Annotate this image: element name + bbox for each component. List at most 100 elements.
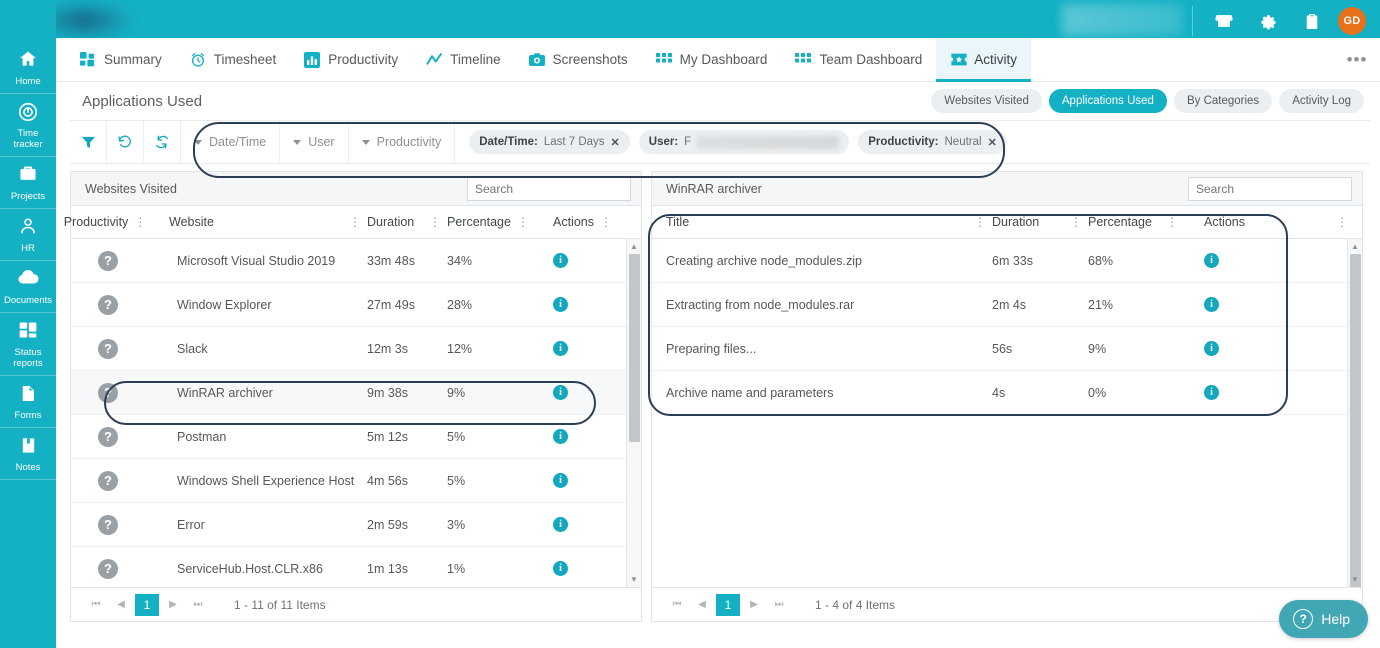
left-table-scrollbar[interactable]: ▲ ▼ <box>626 239 641 587</box>
info-icon[interactable]: i <box>1204 341 1219 356</box>
table-row[interactable]: ? WinRAR archiver 9m 38s 9% i <box>71 371 641 415</box>
clipboard-icon[interactable] <box>1290 0 1334 42</box>
filter-funnel-button[interactable] <box>70 121 107 163</box>
user-name-redacted[interactable] <box>1062 4 1182 36</box>
toggle-applications-used[interactable]: Applications Used <box>1048 89 1167 113</box>
filter-chip-user[interactable]: User: F <box>638 130 850 154</box>
scroll-up-icon[interactable]: ▲ <box>627 239 641 254</box>
sidebar-item-projects[interactable]: Projects <box>0 157 56 209</box>
first-page-button[interactable]: ⏮ <box>85 594 107 616</box>
info-icon[interactable]: i <box>553 429 568 444</box>
kebab-icon[interactable]: ⋮ <box>343 215 367 229</box>
sidebar-item-documents[interactable]: Documents <box>0 261 56 313</box>
table-row[interactable]: ? Window Explorer 27m 49s 28% i <box>71 283 641 327</box>
kebab-icon[interactable]: ⋮ <box>511 215 535 229</box>
last-page-button[interactable]: ⏭ <box>768 594 790 616</box>
table-row[interactable]: Extracting from node_modules.rar 2m 4s 21%… <box>652 283 1362 327</box>
info-icon[interactable]: i <box>553 561 568 576</box>
sidebar-item-status-reports[interactable]: Status reports <box>0 313 56 376</box>
last-page-button[interactable]: ⏭ <box>187 594 209 616</box>
scroll-thumb[interactable] <box>1350 254 1361 587</box>
info-icon[interactable]: i <box>553 253 568 268</box>
tab-productivity[interactable]: Productivity <box>290 38 412 81</box>
tab-timeline[interactable]: Timeline <box>412 38 515 81</box>
reset-button[interactable] <box>107 121 144 163</box>
tab-summary[interactable]: Summary <box>66 38 176 81</box>
refresh-button[interactable] <box>144 121 181 163</box>
scroll-up-icon[interactable]: ▲ <box>1348 239 1362 254</box>
gear-icon[interactable] <box>1246 0 1290 42</box>
table-row[interactable]: ? Error 2m 59s 3% i <box>71 503 641 547</box>
kebab-icon[interactable]: ⋮ <box>423 215 447 229</box>
kebab-icon[interactable]: ⋮ <box>1160 215 1184 229</box>
storefront-icon[interactable] <box>1202 0 1246 42</box>
info-icon[interactable]: i <box>553 341 568 356</box>
column-header-percentage[interactable]: Percentage ⋮ <box>1088 206 1184 239</box>
toggle-by-categories[interactable]: By Categories <box>1173 89 1273 113</box>
scroll-down-icon[interactable]: ▼ <box>1348 572 1362 587</box>
tab-my-dashboard[interactable]: My Dashboard <box>642 38 782 81</box>
column-header-duration[interactable]: Duration ⋮ <box>367 206 447 239</box>
kebab-icon[interactable]: ⋮ <box>1330 215 1354 229</box>
kebab-icon[interactable]: ⋮ <box>1064 215 1088 229</box>
sidebar-item-home[interactable]: Home <box>0 42 56 94</box>
table-row[interactable]: ? ServiceHub.Host.CLR.x86 1m 13s 1% i <box>71 547 641 587</box>
close-icon[interactable]: ✕ <box>611 136 620 149</box>
prev-page-button[interactable]: ◀ <box>691 594 713 616</box>
scroll-thumb[interactable] <box>629 254 640 442</box>
filter-chip-date-time[interactable]: Date/Time: Last 7 Days ✕ <box>469 130 630 154</box>
search-input[interactable] <box>1188 176 1352 201</box>
time-tracker-icon <box>2 101 54 125</box>
kebab-icon[interactable]: ⋮ <box>968 215 992 229</box>
tab-timesheet[interactable]: Timesheet <box>176 38 291 81</box>
info-icon[interactable]: i <box>553 297 568 312</box>
table-row[interactable]: Creating archive node_modules.zip 6m 33s 6… <box>652 239 1362 283</box>
table-row[interactable]: ? Postman 5m 12s 5% i <box>71 415 641 459</box>
dropdown-date-time[interactable]: Date/Time <box>181 121 281 163</box>
filter-chip-productivity[interactable]: Productivity: Neutral ✕ <box>858 130 1007 154</box>
sidebar-item-time-tracker[interactable]: Time tracker <box>0 94 56 157</box>
sidebar-item-forms[interactable]: Forms <box>0 376 56 428</box>
tab-activity[interactable]: Activity <box>936 38 1032 82</box>
right-table-scrollbar[interactable]: ▲ ▼ <box>1347 239 1362 587</box>
page-number-1[interactable]: 1 <box>135 593 159 616</box>
info-icon[interactable]: i <box>553 385 568 400</box>
help-button[interactable]: ? Help <box>1279 600 1368 638</box>
table-row[interactable]: ? Slack 12m 3s 12% i <box>71 327 641 371</box>
info-icon[interactable]: i <box>553 517 568 532</box>
prev-page-button[interactable]: ◀ <box>110 594 132 616</box>
info-icon[interactable]: i <box>553 473 568 488</box>
dropdown-productivity[interactable]: Productivity <box>349 121 456 163</box>
next-page-button[interactable]: ▶ <box>743 594 765 616</box>
table-row[interactable]: Archive name and parameters 4s 0% i <box>652 371 1362 415</box>
table-row[interactable]: ? Microsoft Visual Studio 2019 33m 48s 34% i <box>71 239 641 283</box>
sidebar-item-notes[interactable]: Notes <box>0 428 56 480</box>
avatar[interactable]: GD <box>1338 7 1366 35</box>
info-icon[interactable]: i <box>1204 385 1219 400</box>
column-header-actions[interactable]: Actions ⋮ <box>1184 206 1354 239</box>
info-icon[interactable]: i <box>1204 297 1219 312</box>
column-header-percentage[interactable]: Percentage ⋮ <box>447 206 533 239</box>
toggle-websites-visited[interactable]: Websites Visited <box>931 89 1042 113</box>
table-row[interactable]: ? Windows Shell Experience Host 4m 56s 5% i <box>71 459 641 503</box>
next-page-button[interactable]: ▶ <box>162 594 184 616</box>
column-header-duration[interactable]: Duration ⋮ <box>992 206 1088 239</box>
column-header-actions[interactable]: Actions ⋮ <box>533 206 612 239</box>
page-number-1[interactable]: 1 <box>716 593 740 616</box>
info-icon[interactable]: i <box>1204 253 1219 268</box>
tab-team-dashboard[interactable]: Team Dashboard <box>781 38 936 81</box>
dropdown-user[interactable]: User <box>280 121 349 163</box>
scroll-down-icon[interactable]: ▼ <box>627 572 641 587</box>
column-header-productivity[interactable]: Productivity ⋮ <box>64 206 147 239</box>
close-icon[interactable]: ✕ <box>988 136 997 149</box>
tabs-overflow-button[interactable]: ••• <box>1334 38 1380 81</box>
kebab-icon[interactable]: ⋮ <box>594 215 618 229</box>
table-row[interactable]: Preparing files... 56s 9% i <box>652 327 1362 371</box>
first-page-button[interactable]: ⏮ <box>666 594 688 616</box>
sidebar-item-hr[interactable]: HR <box>0 209 56 261</box>
tab-screenshots[interactable]: Screenshots <box>515 38 642 81</box>
column-header-title[interactable]: Title ⋮ <box>652 206 992 239</box>
search-input[interactable] <box>467 176 631 201</box>
column-header-website[interactable]: Website ⋮ <box>145 206 367 239</box>
toggle-activity-log[interactable]: Activity Log <box>1279 89 1364 113</box>
